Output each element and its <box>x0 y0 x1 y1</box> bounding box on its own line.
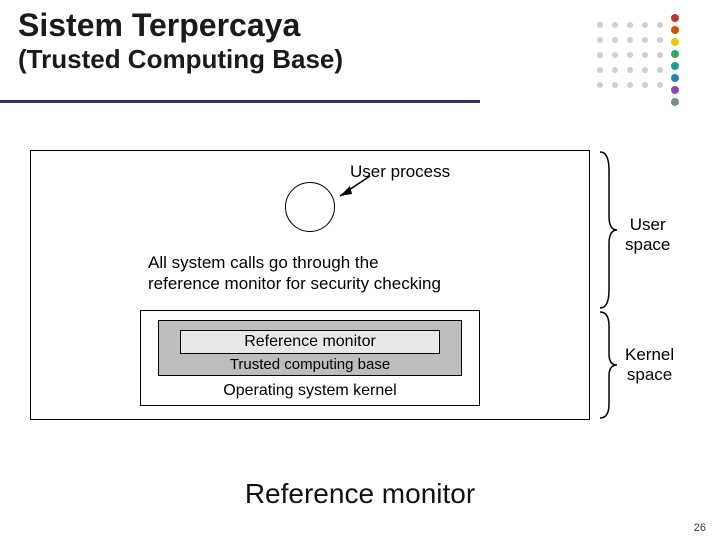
slide-title-main: Sistem Terpercaya <box>18 8 343 43</box>
kernel-space-brace <box>597 310 619 420</box>
syscall-line1: All system calls go through the <box>148 253 379 272</box>
page-number: 26 <box>694 522 706 534</box>
user-process-circle <box>285 182 335 232</box>
title-underline <box>0 100 480 103</box>
user-process-label: User process <box>350 162 450 182</box>
reference-monitor-box: Reference monitor <box>180 330 440 354</box>
os-kernel-label: Operating system kernel <box>140 382 480 400</box>
slide-title-block: Sistem Terpercaya (Trusted Computing Bas… <box>18 8 343 74</box>
syscall-description: All system calls go through the referenc… <box>148 252 441 295</box>
kernel-space-label: Kernel space <box>625 345 674 386</box>
syscall-line2: reference monitor for security checking <box>148 274 441 293</box>
sub-prefix: ( <box>18 44 27 74</box>
user-space-brace <box>597 150 619 310</box>
diagram-area: User process All system calls go through… <box>30 140 690 440</box>
sub-text: Trusted Computing Base) <box>27 44 343 74</box>
slide-caption: Reference monitor <box>0 478 720 510</box>
slide-title-sub: (Trusted Computing Base) <box>18 45 343 74</box>
dot-grid-logo <box>580 10 690 120</box>
tcb-label: Trusted computing base <box>158 356 462 373</box>
user-space-label: User space <box>625 215 670 256</box>
